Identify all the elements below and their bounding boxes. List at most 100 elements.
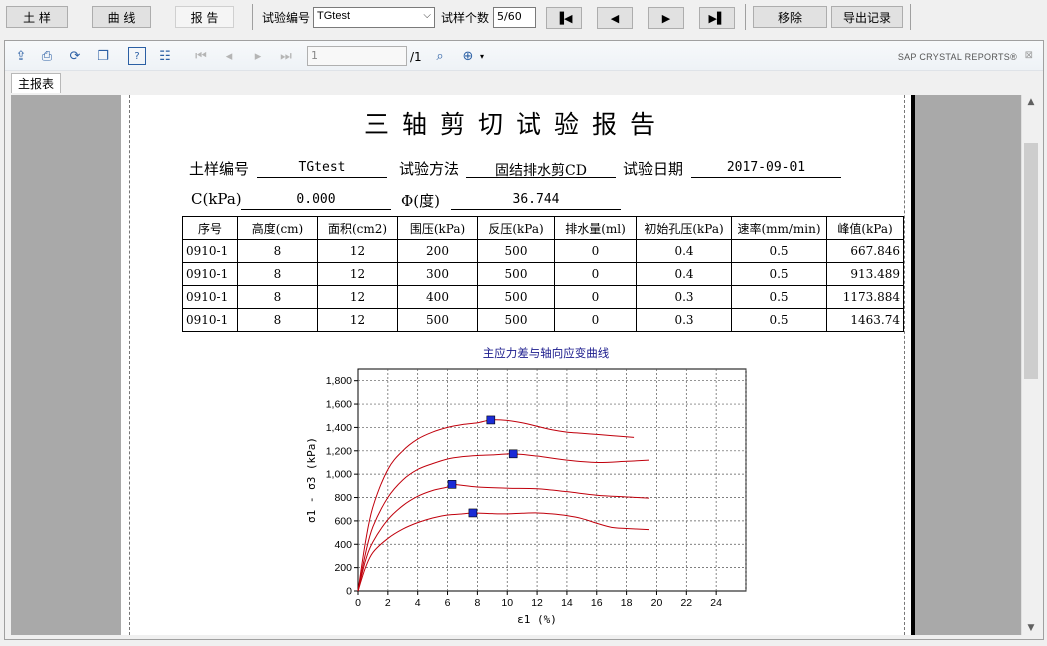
table-cell: 0 xyxy=(554,239,637,263)
first-page-icon[interactable]: ⏮ xyxy=(192,47,210,65)
table-header-cell: 峰值(kPa) xyxy=(826,216,904,240)
table-header-cell: 初始孔压(kPa) xyxy=(636,216,732,240)
table-header-row: 序号 高度(cm) 面积(cm2) 围压(kPa) 反压(kPa) 排水量(ml) 初始孔压… xyxy=(182,216,904,240)
x-tick-label: 16 xyxy=(591,597,603,609)
refresh-icon[interactable]: ⟳ xyxy=(66,47,84,65)
chart-title: 主应力差与轴向应变曲线 xyxy=(483,346,610,360)
scroll-down-icon[interactable]: ▼ xyxy=(1022,623,1040,633)
soil-no-label: 土样编号 xyxy=(189,160,250,178)
table-cell: 913.489 xyxy=(826,262,904,286)
page-margin-right xyxy=(904,95,905,635)
plot-area xyxy=(357,368,747,592)
toolbar-divider xyxy=(252,4,253,30)
toolbar-divider xyxy=(910,4,911,30)
remove-button[interactable]: 移除 xyxy=(753,6,827,28)
table-cell: 500 xyxy=(477,262,555,286)
toolbar-divider xyxy=(745,4,746,30)
table-row: 0910-1 8 12 300 500 0 0.4 0.5 913.489 xyxy=(182,262,904,286)
close-icon[interactable]: ⊠ xyxy=(1025,50,1033,61)
table-cell: 500 xyxy=(397,308,478,332)
test-number-label: 试验编号 xyxy=(262,11,311,25)
table-cell: 12 xyxy=(317,239,398,263)
y-axis-label: σ1 - σ3 (kPa) xyxy=(305,437,318,523)
vertical-scrollbar[interactable]: ▲ ▼ xyxy=(1021,95,1039,635)
table-cell: 500 xyxy=(477,239,555,263)
cohesion-label: C(kPa) xyxy=(191,190,242,208)
chevron-down-icon[interactable]: ⌵ xyxy=(423,10,431,21)
date-label: 试验日期 xyxy=(623,160,684,178)
table-cell: 12 xyxy=(317,262,398,286)
report-button[interactable]: 报 告 xyxy=(175,6,234,28)
viewer-toolbar: ⇪ ⎙ ⟳ ❐ ? ☷ ⏮ ◂ ▸ ⏭ 1 /1 ⌕ ⊕ ▾ SAP CRYST… xyxy=(5,41,1043,71)
next-record-button[interactable]: ▶ xyxy=(648,7,684,29)
table-cell: 0910-1 xyxy=(182,308,238,332)
x-tick-label: 18 xyxy=(621,597,633,609)
table-cell: 200 xyxy=(397,239,478,263)
table-cell: 0.3 xyxy=(636,285,732,309)
test-number-value: TGtest xyxy=(317,10,351,22)
results-table: 序号 高度(cm) 面积(cm2) 围压(kPa) 反压(kPa) 排水量(ml) 初始孔压… xyxy=(182,216,904,332)
print-icon[interactable]: ⎙ xyxy=(38,47,56,65)
table-row: 0910-1 8 12 400 500 0 0.3 0.5 1173.884 xyxy=(182,285,904,309)
table-row: 0910-1 8 12 500 500 0 0.3 0.5 1463.74 xyxy=(182,308,904,332)
group-tree-icon[interactable]: ☷ xyxy=(156,47,174,65)
x-tick-label: 8 xyxy=(474,597,480,609)
brand-logo: SAP CRYSTAL REPORTS® xyxy=(897,52,1017,62)
table-header-cell: 高度(cm) xyxy=(237,216,318,240)
export-icon[interactable]: ⇪ xyxy=(12,47,30,65)
table-cell: 12 xyxy=(317,308,398,332)
find-icon[interactable]: ⌕ xyxy=(431,47,449,65)
table-cell: 500 xyxy=(477,285,555,309)
page-number-input[interactable]: 1 xyxy=(307,46,407,66)
table-header-cell: 序号 xyxy=(182,216,238,240)
friction-angle-value: 36.744 xyxy=(451,192,621,210)
soil-sample-button[interactable]: 土 样 xyxy=(6,6,68,28)
table-cell: 12 xyxy=(317,285,398,309)
last-page-icon[interactable]: ⏭ xyxy=(277,47,295,65)
zoom-dropdown-icon[interactable]: ▾ xyxy=(480,52,484,61)
y-tick-label: 200 xyxy=(334,562,352,574)
table-cell: 0.4 xyxy=(636,262,732,286)
x-tick-label: 4 xyxy=(415,597,421,609)
report-canvas: 三轴剪切试验报告 土样编号 TGtest 试验方法 固结排水剪CD 试验日期 2… xyxy=(11,95,1021,635)
friction-angle-label: Φ(度) xyxy=(401,192,441,210)
scrollbar-thumb[interactable] xyxy=(1024,143,1038,379)
prev-record-button[interactable]: ◀ xyxy=(597,7,633,29)
y-tick-label: 1,000 xyxy=(326,469,352,481)
x-tick-label: 22 xyxy=(680,597,692,609)
tab-main-report[interactable]: 主报表 xyxy=(11,73,61,93)
help-icon[interactable]: ? xyxy=(128,47,146,65)
next-page-icon[interactable]: ▸ xyxy=(249,47,267,65)
stress-strain-chart: 0 200 400 600 800 1,000 1,200 1,400 1,600 1,800 0 2… xyxy=(305,346,747,626)
scroll-up-icon[interactable]: ▲ xyxy=(1022,97,1040,107)
main-toolbar: 土 样 曲 线 报 告 试验编号 TGtest ⌵ 试样个数 5/60 ▐◀ ◀… xyxy=(0,0,1047,36)
table-cell: 667.846 xyxy=(826,239,904,263)
table-row: 0910-1 8 12 200 500 0 0.4 0.5 667.846 xyxy=(182,239,904,263)
x-tick-label: 12 xyxy=(531,597,543,609)
table-cell: 8 xyxy=(237,239,318,263)
table-cell: 0 xyxy=(554,262,637,286)
method-value: 固结排水剪CD xyxy=(466,160,616,179)
export-records-button[interactable]: 导出记录 xyxy=(831,6,903,28)
zoom-icon[interactable]: ⊕ xyxy=(459,47,477,65)
first-record-button[interactable]: ▐◀ xyxy=(546,7,582,29)
last-record-button[interactable]: ▶▌ xyxy=(699,7,735,29)
table-cell: 0.5 xyxy=(731,285,827,309)
curve-button[interactable]: 曲 线 xyxy=(92,6,151,28)
table-header-cell: 围压(kPa) xyxy=(397,216,478,240)
test-number-select[interactable]: TGtest ⌵ xyxy=(313,7,435,28)
copy-icon[interactable]: ❐ xyxy=(94,47,112,65)
table-cell: 1463.74 xyxy=(826,308,904,332)
y-tick-label: 1,600 xyxy=(326,399,352,411)
y-tick-label: 1,400 xyxy=(326,422,352,434)
table-cell: 400 xyxy=(397,285,478,309)
sample-count-field[interactable]: 5/60 xyxy=(493,7,536,28)
cohesion-value: 0.000 xyxy=(241,192,391,210)
table-cell: 0.3 xyxy=(636,308,732,332)
report-title: 三轴剪切试验报告 xyxy=(363,110,668,139)
table-cell: 0 xyxy=(554,308,637,332)
table-cell: 500 xyxy=(477,308,555,332)
table-cell: 0910-1 xyxy=(182,262,238,286)
table-cell: 0.4 xyxy=(636,239,732,263)
prev-page-icon[interactable]: ◂ xyxy=(220,47,238,65)
